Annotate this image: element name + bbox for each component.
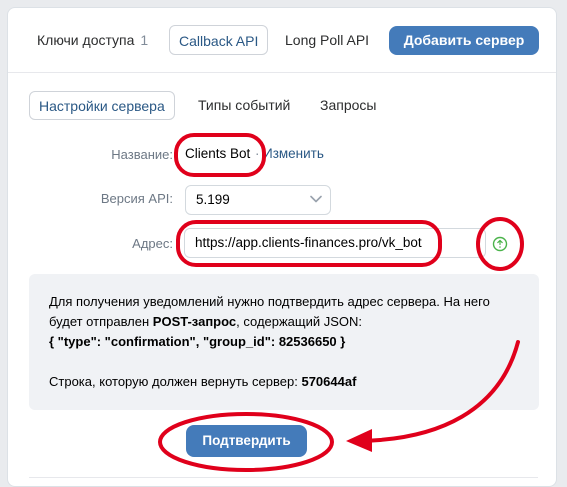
info-line-2-prefix: будет отправлен [49,314,153,329]
info-line-1: Для получения уведомлений нужно подтверд… [49,294,490,309]
tab-requests[interactable]: Запросы [320,91,376,120]
confirm-button[interactable]: Подтвердить [186,425,307,457]
change-name-link[interactable]: Изменить [263,146,324,161]
name-label: Название: [111,147,173,162]
tab-requests-label: Запросы [320,97,377,113]
info-return-prefix: Строка, которую должен вернуть сервер: [49,374,302,389]
tab-server-settings-label: Настройки сервера [39,98,165,114]
tab-server-settings[interactable]: Настройки сервера [29,91,175,120]
tab-callback-api-label: Callback API [179,33,259,49]
tab-access-keys[interactable]: Ключи доступа 1 [37,25,148,55]
tab-event-types-label: Типы событий [198,97,291,113]
confirmation-code: 570644af [301,374,357,389]
tab-long-poll-api[interactable]: Long Poll API [285,25,369,55]
add-server-button[interactable]: Добавить сервер [389,26,539,55]
address-label: Адрес: [132,236,173,251]
info-post-request: POST-запрос [152,314,237,329]
chevron-down-icon [310,195,322,203]
info-line-2-suffix: , содержащий JSON: [236,314,363,329]
tab-callback-api[interactable]: Callback API [169,25,269,55]
divider [29,477,538,478]
confirmation-info-box: Для получения уведомлений нужно подтверд… [29,274,539,410]
add-server-label: Добавить сервер [403,32,525,48]
tab-access-keys-count: 1 [140,32,149,48]
address-value: https://app.clients-finances.pro/vk_bot [195,235,422,250]
info-line-2: будет отправлен POST-запрос, содержащий … [49,312,519,332]
name-value: Clients Bot [185,146,251,161]
tab-event-types[interactable]: Типы событий [198,91,290,120]
tab-access-keys-label: Ключи доступа [37,32,135,48]
api-version-label: Версия API: [100,191,173,206]
info-return-line: Строка, которую должен вернуть сервер: 5… [49,372,519,392]
address-input[interactable]: https://app.clients-finances.pro/vk_bot [184,228,486,258]
tab-long-poll-api-label: Long Poll API [285,32,370,48]
api-version-select[interactable]: 5.199 [185,185,331,215]
confirm-button-label: Подтвердить [202,433,291,448]
name-separator: · [255,146,260,161]
info-json-text: { "type": "confirmation", "group_id": 82… [49,334,346,349]
info-json: { "type": "confirmation", "group_id": 82… [49,332,519,352]
api-version-value: 5.199 [196,192,230,207]
top-tabs: Ключи доступа 1 Callback API Long Poll AP… [8,8,556,73]
